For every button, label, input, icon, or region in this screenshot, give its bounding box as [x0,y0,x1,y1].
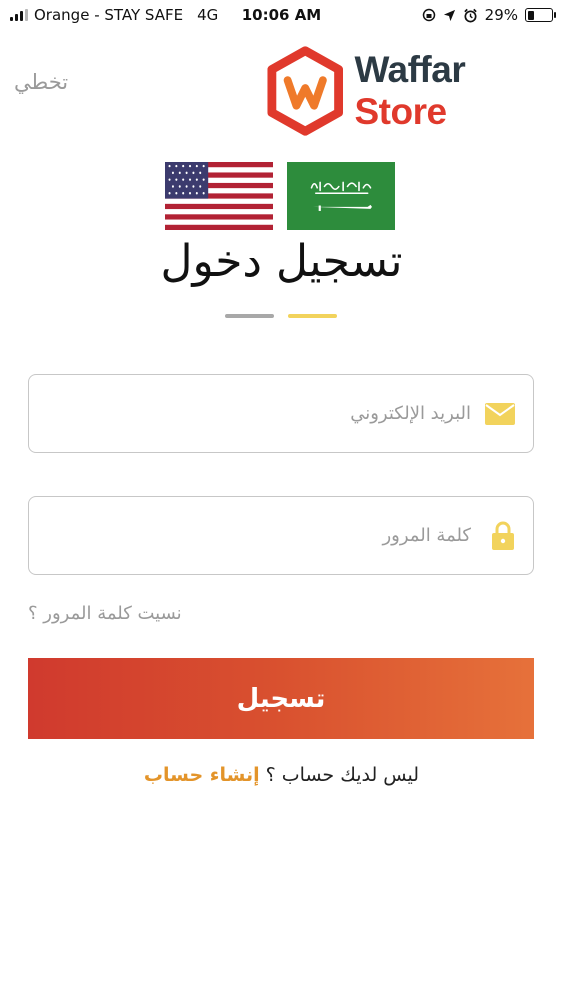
logo-word-store: Store [354,91,447,132]
indicator-active [288,314,337,318]
email-field-container [28,374,534,453]
email-field[interactable] [49,375,473,452]
rotation-lock-icon [422,8,435,22]
page-title: تسجيل دخول [160,236,403,287]
location-arrow-icon [443,9,455,21]
login-button[interactable]: تسجيل [28,658,534,739]
lock-icon [492,521,514,550]
skip-button[interactable]: تخطي [14,70,68,94]
password-field-container [28,496,534,575]
signup-row: ليس لديك حساب ؟ إنشاء حساب [0,764,563,786]
us-flag-icon[interactable] [165,162,273,230]
alarm-icon [463,8,477,22]
logo-word-waffar: Waffar [354,49,466,90]
status-bar: Orange - STAY SAFE 4G 10:06 AM 29% [0,0,563,30]
signup-question: ليس لديك حساب ؟ [265,764,420,786]
battery-percent: 29% [484,6,518,24]
page-indicator [225,314,337,318]
battery-icon [525,8,556,22]
saudi-flag-icon[interactable] [287,162,395,230]
envelope-icon [485,402,515,425]
password-field[interactable] [49,497,473,574]
forgot-password-link[interactable]: نسيت كلمة المرور ؟ [28,603,182,624]
create-account-link[interactable]: إنشاء حساب [144,764,260,786]
brand-logo: Waffar Store [266,46,563,136]
indicator-inactive [225,314,274,318]
waffar-logo-icon [267,46,343,136]
language-selector [165,162,395,230]
